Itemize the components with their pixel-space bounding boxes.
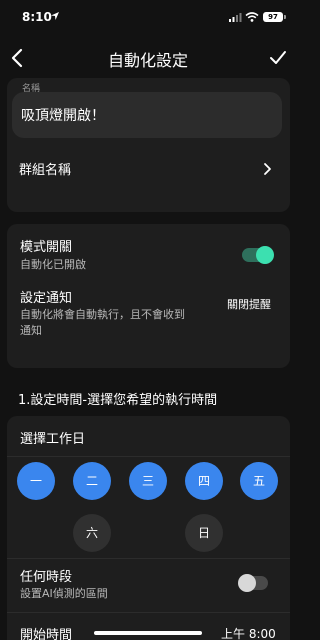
checkmark-icon	[270, 51, 286, 64]
location-arrow-icon	[51, 12, 59, 20]
wifi-icon	[245, 12, 259, 22]
workday-title: 選擇工作日	[20, 432, 86, 447]
status-time: 8:10	[22, 10, 52, 24]
name-field-label: 名稱	[22, 84, 41, 94]
day-button-mon[interactable]: 一	[17, 462, 55, 500]
notify-title: 設定通知	[20, 291, 73, 306]
day-button-fri[interactable]: 五	[240, 462, 278, 500]
day-button-wed[interactable]: 三	[129, 462, 167, 500]
toggle-knob	[238, 574, 256, 592]
battery-tip	[284, 15, 286, 19]
toggle-knob	[256, 246, 274, 264]
battery-icon: 97	[263, 12, 283, 22]
start-time-value[interactable]: 上午 8:00	[221, 625, 276, 640]
group-name-row[interactable]: 群組名稱	[7, 154, 290, 184]
mode-switch-title: 模式開關	[20, 240, 73, 255]
chevron-right-icon	[264, 163, 271, 175]
notify-subtitle-line1: 自動化將會自動執行，且不會收到	[20, 308, 185, 321]
group-name-label: 群組名稱	[19, 163, 72, 178]
status-bar: 8:10 97	[0, 0, 296, 36]
any-time-toggle[interactable]	[238, 574, 268, 592]
divider	[7, 558, 290, 559]
notify-subtitle-line2: 通知	[20, 324, 42, 337]
divider	[7, 612, 290, 613]
nav-bar: 自動化設定	[0, 40, 296, 76]
any-time-title: 任何時段	[20, 570, 73, 585]
day-button-sun[interactable]: 日	[185, 514, 223, 552]
notify-setting-value[interactable]: 關閉提醒	[227, 296, 271, 312]
any-time-subtitle: 設置AI偵測的區間	[20, 587, 108, 600]
time-card	[7, 416, 290, 640]
start-time-title: 開始時間	[20, 628, 73, 640]
day-button-thu[interactable]: 四	[185, 462, 223, 500]
mode-switch-subtitle: 自動化已開啟	[20, 258, 86, 271]
section-heading: 1.設定時間-選擇您希望的執行時間	[18, 393, 218, 408]
day-button-tue[interactable]: 二	[73, 462, 111, 500]
page-title: 自動化設定	[107, 51, 188, 70]
cellular-signal-icon	[229, 13, 242, 22]
mode-toggle[interactable]	[242, 246, 274, 264]
confirm-button[interactable]	[268, 48, 288, 68]
home-indicator	[94, 631, 202, 635]
day-button-sat[interactable]: 六	[73, 514, 111, 552]
divider	[7, 456, 290, 457]
name-field-value: 吸頂燈開啟！	[21, 108, 105, 124]
